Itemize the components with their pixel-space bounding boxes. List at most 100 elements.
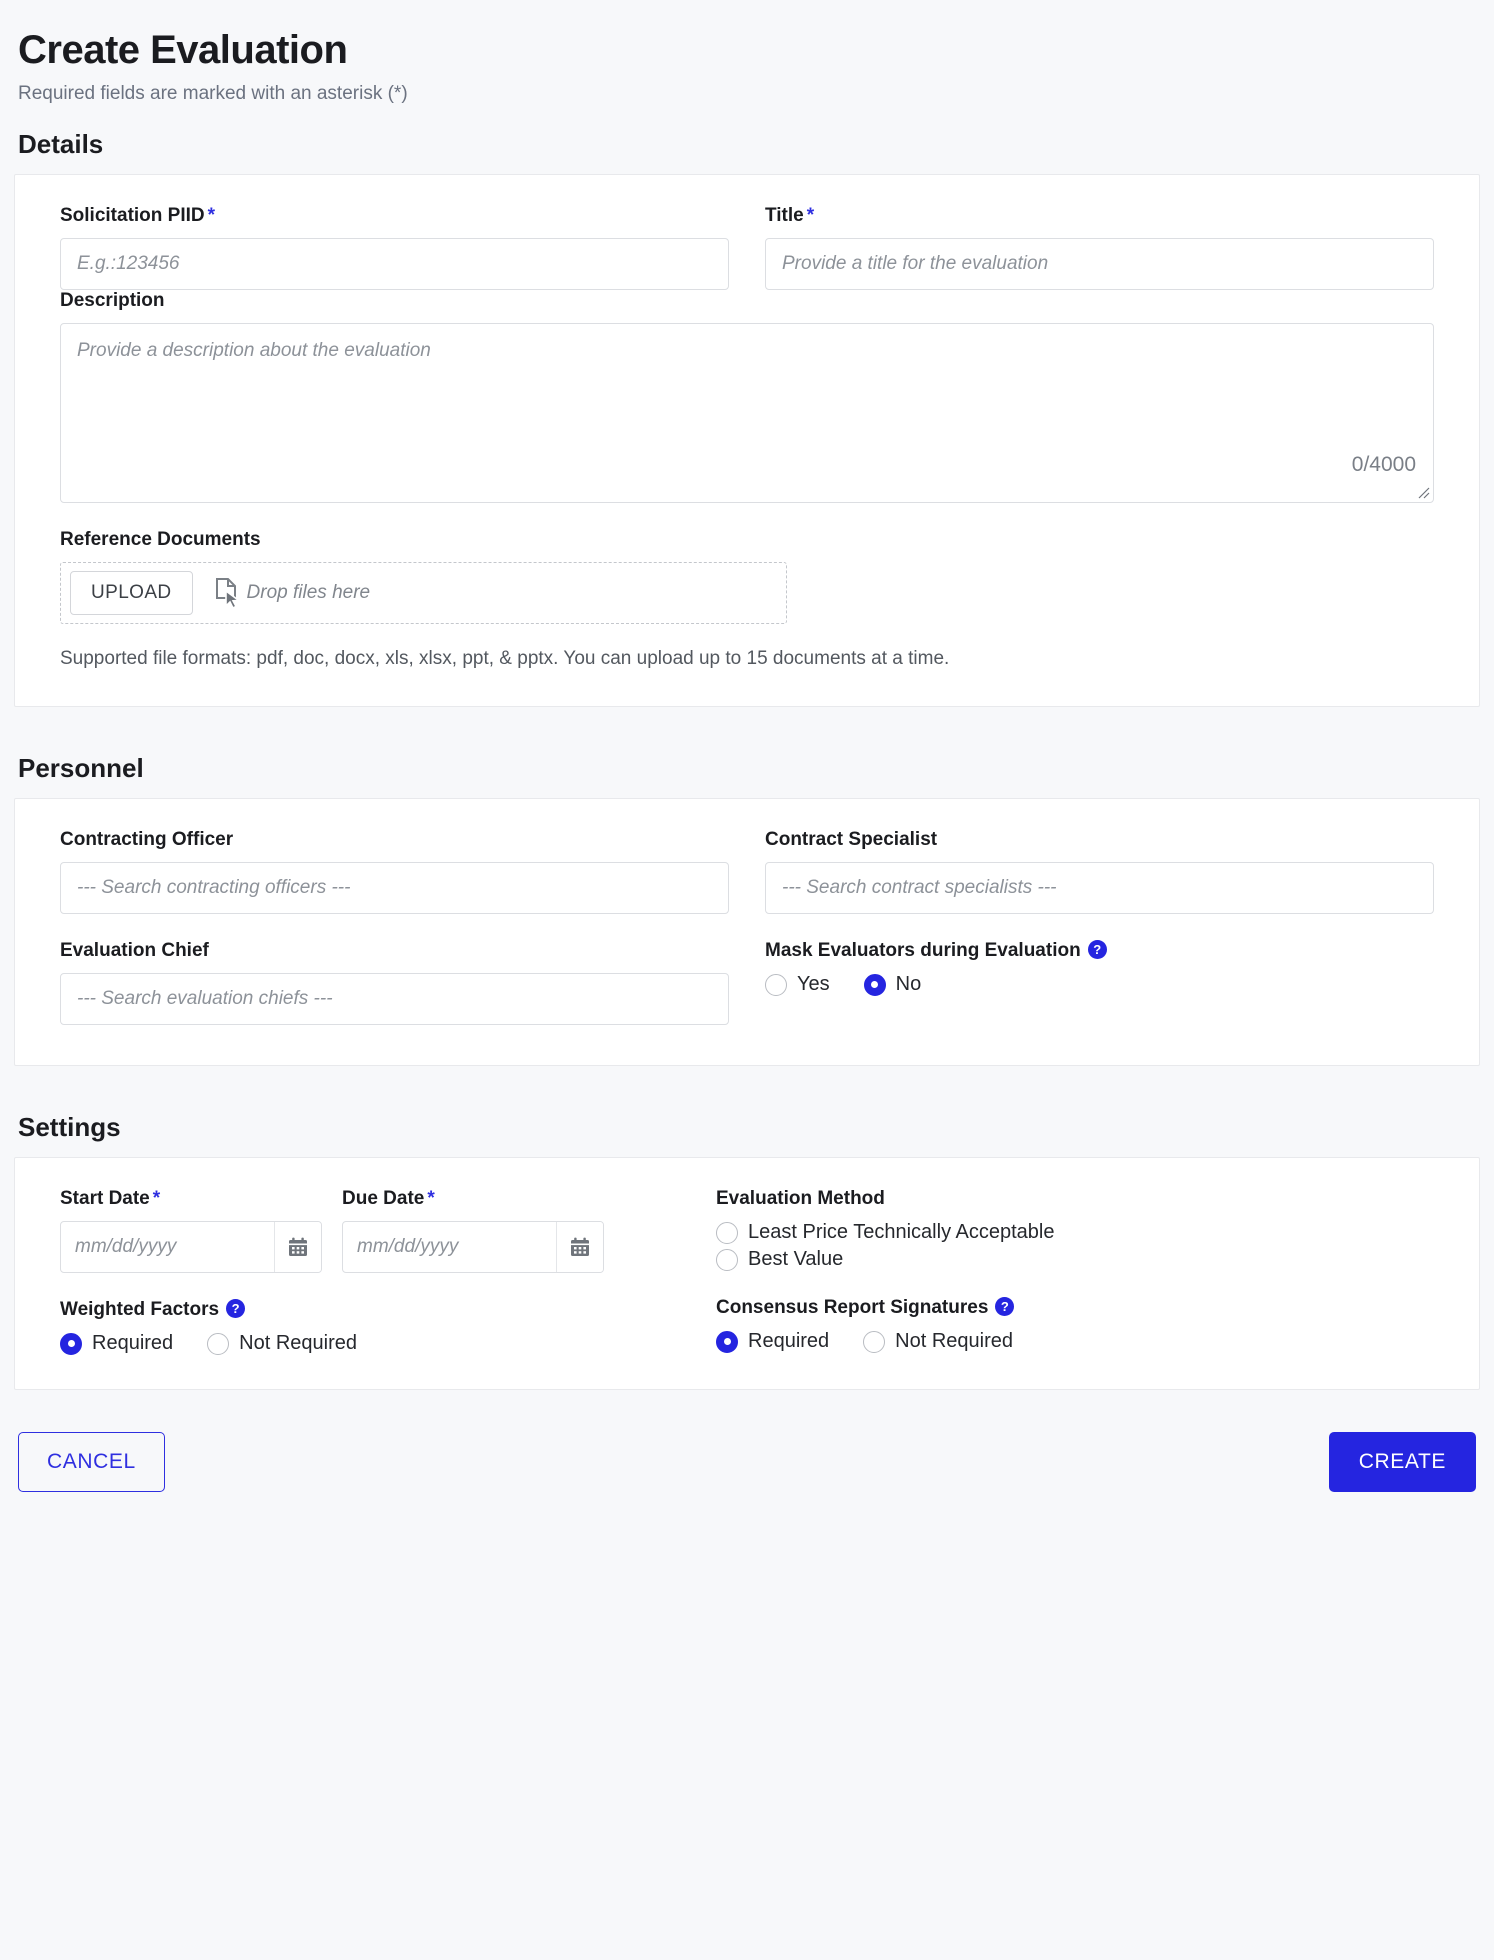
- file-dropzone[interactable]: UPLOAD Drop files here: [60, 562, 787, 624]
- required-asterisk: *: [806, 205, 815, 226]
- due-date-label: Due Date *: [342, 1188, 604, 1210]
- field-contract-specialist: Contract Specialist: [765, 829, 1434, 914]
- radio-label: Not Required: [239, 1332, 358, 1354]
- mask-evaluators-radio-group: Yes No: [765, 973, 1434, 996]
- help-icon[interactable]: ?: [226, 1299, 246, 1318]
- field-weighted-factors: Weighted Factors? Required Not Required: [60, 1299, 680, 1355]
- cancel-button[interactable]: CANCEL: [18, 1432, 165, 1492]
- personnel-card: Contracting Officer Evaluation Chief Con…: [14, 798, 1480, 1066]
- description-wrapper: 0/4000: [60, 323, 1434, 503]
- due-date-label-text: Due Date: [342, 1188, 425, 1209]
- page-subtitle: Required fields are marked with an aster…: [18, 83, 408, 104]
- start-date-input[interactable]: [61, 1222, 275, 1272]
- description-label: Description: [60, 290, 165, 311]
- evaluation-method-radio-group: Least Price Technically Acceptable Best …: [716, 1221, 1434, 1271]
- due-date-input[interactable]: [343, 1222, 557, 1272]
- consensus-report-signatures-label-text: Consensus Report Signatures: [716, 1297, 989, 1318]
- contracting-officer-input[interactable]: [60, 862, 729, 914]
- section-heading-settings: Settings: [18, 1112, 121, 1142]
- radio-consensus-required[interactable]: Required: [716, 1330, 829, 1353]
- reference-documents-label: Reference Documents: [60, 529, 261, 550]
- radio-label: No: [895, 973, 922, 995]
- radio-label: Required: [748, 1330, 830, 1352]
- radio-indicator: [716, 1330, 738, 1353]
- radio-indicator: [716, 1248, 738, 1271]
- radio-consensus-not-required[interactable]: Not Required: [863, 1330, 1013, 1353]
- weighted-factors-label-text: Weighted Factors: [60, 1299, 220, 1320]
- description-textarea[interactable]: [60, 323, 1434, 503]
- radio-indicator: [863, 1330, 886, 1353]
- contract-specialist-label: Contract Specialist: [765, 829, 938, 850]
- evaluation-chief-input[interactable]: [60, 973, 729, 1025]
- section-heading-details: Details: [18, 129, 104, 159]
- form-actions: CANCEL CREATE: [14, 1432, 1480, 1518]
- title-label: Title *: [765, 205, 1434, 227]
- solicitation-piid-input[interactable]: [60, 238, 729, 290]
- radio-best-value[interactable]: Best Value: [716, 1248, 1408, 1271]
- field-evaluation-method: Evaluation Method Least Price Technicall…: [716, 1188, 1434, 1271]
- radio-mask-evaluators-yes[interactable]: Yes: [765, 973, 830, 996]
- radio-indicator: [60, 1332, 82, 1355]
- section-heading-personnel: Personnel: [18, 753, 144, 783]
- evaluation-chief-label: Evaluation Chief: [60, 940, 209, 961]
- solicitation-piid-label: Solicitation PIID *: [60, 205, 729, 227]
- start-date-wrapper: [60, 1221, 322, 1273]
- required-asterisk: *: [207, 205, 216, 226]
- upload-button[interactable]: UPLOAD: [70, 571, 193, 615]
- title-input[interactable]: [765, 238, 1434, 290]
- required-asterisk: *: [427, 1188, 435, 1209]
- radio-weighted-factors-not-required[interactable]: Not Required: [207, 1332, 357, 1355]
- field-evaluation-chief: Evaluation Chief: [60, 940, 729, 1025]
- help-icon[interactable]: ?: [1087, 940, 1107, 959]
- radio-label: Not Required: [895, 1330, 1014, 1352]
- radio-indicator: [207, 1332, 230, 1355]
- mask-evaluators-label-text: Mask Evaluators during Evaluation: [765, 940, 1081, 961]
- required-asterisk: *: [152, 1188, 161, 1209]
- file-upload-cursor-icon: [215, 578, 241, 608]
- calendar-icon: [571, 1237, 589, 1256]
- radio-label: Best Value: [748, 1248, 844, 1270]
- settings-card: Start Date * mm/dd/yyyy Due Date * mm/dd…: [14, 1157, 1480, 1390]
- radio-label: Required: [92, 1332, 174, 1354]
- details-card: Solicitation PIID* Title* Description 0/…: [14, 174, 1480, 707]
- field-solicitation-piid: Solicitation PIID *: [60, 205, 729, 290]
- radio-label: Least Price Technically Acceptable: [748, 1221, 1055, 1243]
- field-due-date: Due Date *: [342, 1188, 604, 1273]
- due-date-calendar-button[interactable]: [556, 1222, 603, 1272]
- due-date-wrapper: [342, 1221, 604, 1273]
- title-label-text: Title: [765, 205, 804, 226]
- radio-least-price-technically-acceptable[interactable]: Least Price Technically Acceptable: [716, 1221, 1408, 1244]
- page-title: Create Evaluation: [18, 28, 348, 72]
- consensus-report-signatures-radio-group: Required Not Required: [716, 1330, 1434, 1353]
- solicitation-piid-label-text: Solicitation PIID: [60, 205, 205, 226]
- create-evaluation-page: Create Evaluation Required fields are ma…: [0, 28, 1494, 1960]
- start-date-calendar-button[interactable]: [274, 1222, 321, 1272]
- start-date-label: Start Date *: [60, 1188, 322, 1210]
- contract-specialist-input[interactable]: [765, 862, 1434, 914]
- radio-indicator: [863, 973, 886, 996]
- create-button[interactable]: CREATE: [1328, 1432, 1476, 1492]
- field-contracting-officer: Contracting Officer: [60, 829, 729, 914]
- consensus-report-signatures-label: Consensus Report Signatures?: [716, 1297, 1434, 1319]
- radio-label: Yes: [797, 973, 830, 995]
- field-title: Title *: [765, 205, 1434, 290]
- drop-files-text: Drop files here: [246, 582, 371, 603]
- weighted-factors-label: Weighted Factors?: [60, 1299, 680, 1321]
- radio-indicator: [765, 973, 787, 996]
- field-reference-documents: Reference Documents UPLOAD Drop files he…: [60, 529, 1434, 670]
- radio-weighted-factors-required[interactable]: Required: [60, 1332, 173, 1355]
- radio-mask-evaluators-no[interactable]: No: [863, 973, 922, 996]
- evaluation-method-label: Evaluation Method: [716, 1188, 885, 1209]
- calendar-icon: [289, 1237, 307, 1256]
- mask-evaluators-label: Mask Evaluators during Evaluation?: [765, 940, 1434, 962]
- start-date-label-text: Start Date: [60, 1188, 150, 1209]
- field-start-date: Start Date *: [60, 1188, 322, 1273]
- supported-formats-hint: Supported file formats: pdf, doc, docx, …: [60, 648, 950, 669]
- field-mask-evaluators: Mask Evaluators during Evaluation? Yes N…: [765, 940, 1434, 996]
- field-description: Description 0/4000: [60, 290, 1434, 503]
- contracting-officer-label: Contracting Officer: [60, 829, 234, 850]
- radio-indicator: [716, 1221, 738, 1244]
- weighted-factors-radio-group: Required Not Required: [60, 1332, 680, 1355]
- help-icon[interactable]: ?: [995, 1297, 1015, 1316]
- field-consensus-report-signatures: Consensus Report Signatures? Required No…: [716, 1297, 1434, 1353]
